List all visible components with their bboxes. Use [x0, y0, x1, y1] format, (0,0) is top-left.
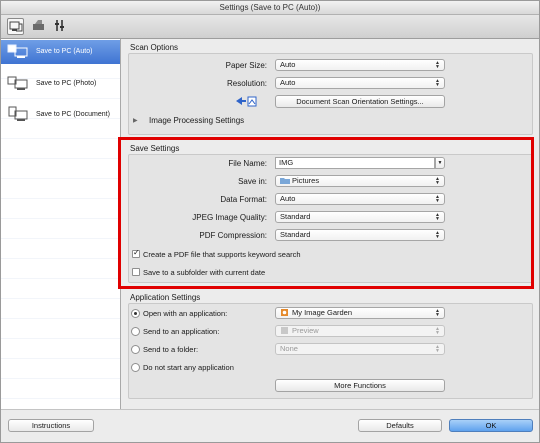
send-app-value: Preview — [292, 326, 319, 335]
paper-size-select[interactable]: Auto ▲ ▼ — [275, 59, 445, 71]
send-app-radio[interactable] — [131, 327, 140, 336]
footer-bar: Instructions Defaults OK — [1, 409, 539, 442]
disclosure-triangle-icon[interactable]: ▶ — [133, 117, 138, 124]
auto-scan-icon — [7, 44, 28, 58]
no-app-radio[interactable] — [131, 363, 140, 372]
application-settings-title: Application Settings — [130, 293, 201, 302]
scan-from-panel-icon[interactable] — [31, 18, 48, 35]
sidebar-item-save-to-pc-photo[interactable]: Save to PC (Photo) — [1, 72, 120, 96]
settings-window: Settings (Save to PC (Auto)) Save to PC … — [0, 0, 540, 443]
scan-options-title: Scan Options — [130, 43, 179, 52]
paper-size-value: Auto — [280, 60, 296, 69]
ok-button[interactable]: OK — [449, 419, 533, 432]
scan-from-computer-icon[interactable] — [7, 18, 24, 35]
photo-scan-icon — [7, 76, 28, 90]
image-processing-toggle[interactable]: Image Processing Settings — [149, 116, 244, 125]
open-app-select[interactable]: My Image Garden ▲ ▼ — [275, 307, 445, 319]
sidebar: Save to PC (Auto) Save to PC (Photo) Sav… — [1, 39, 121, 409]
defaults-button[interactable]: Defaults — [358, 419, 442, 432]
sidebar-item-save-to-pc-document[interactable]: Save to PC (Document) — [1, 103, 120, 127]
no-app-label: Do not start any application — [143, 363, 234, 372]
sidebar-item-save-to-pc-auto[interactable]: Save to PC (Auto) — [1, 40, 120, 64]
document-scan-icon — [8, 106, 28, 121]
send-folder-label: Send to a folder: — [143, 345, 199, 354]
toolbar — [1, 15, 539, 39]
select-arrows-icon: ▲ ▼ — [435, 308, 440, 318]
orientation-settings-button[interactable]: Document Scan Orientation Settings... — [275, 95, 445, 108]
send-folder-select[interactable]: None ▲ ▼ — [275, 343, 445, 355]
resolution-value: Auto — [280, 78, 296, 87]
general-settings-icon[interactable] — [53, 18, 70, 35]
instructions-button[interactable]: Instructions — [8, 419, 94, 432]
resolution-select[interactable]: Auto ▲ ▼ — [275, 77, 445, 89]
open-app-value: My Image Garden — [292, 308, 353, 317]
send-app-select[interactable]: Preview ▲ ▼ — [275, 325, 445, 337]
resolution-label: Resolution: — [226, 79, 267, 88]
save-settings-highlight — [118, 137, 534, 289]
open-app-radio[interactable] — [131, 309, 140, 318]
send-folder-radio[interactable] — [131, 345, 140, 354]
preview-icon — [281, 327, 288, 334]
image-garden-icon — [281, 309, 288, 316]
window-title: Settings (Save to PC (Auto)) — [1, 1, 539, 15]
select-arrows-icon: ▲ ▼ — [435, 78, 440, 88]
sidebar-item-label: Save to PC (Document) — [36, 111, 110, 118]
select-arrows-icon: ▲ ▼ — [435, 344, 440, 354]
select-arrows-icon: ▲ ▼ — [435, 60, 440, 70]
sidebar-item-label: Save to PC (Photo) — [36, 80, 97, 87]
sidebar-item-label: Save to PC (Auto) — [36, 48, 93, 55]
open-app-label: Open with an application: — [143, 309, 228, 318]
orientation-icon — [236, 96, 257, 107]
paper-size-label: Paper Size: — [225, 61, 267, 70]
send-app-label: Send to an application: — [143, 327, 220, 336]
select-arrows-icon: ▲ ▼ — [435, 326, 440, 336]
send-folder-value: None — [280, 344, 298, 353]
more-functions-button[interactable]: More Functions — [275, 379, 445, 392]
